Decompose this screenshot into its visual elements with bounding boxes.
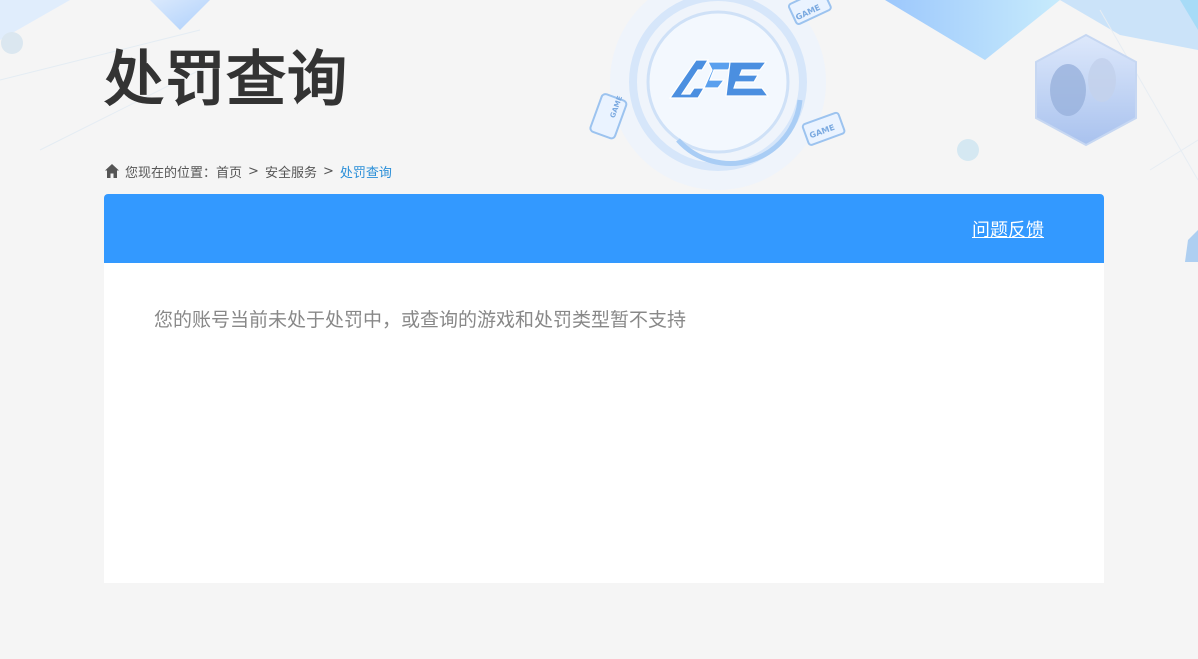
- game-badge-text-left: GAME: [608, 94, 625, 120]
- breadcrumb-prefix: 您现在的位置：: [125, 165, 217, 181]
- breadcrumb-separator: >: [322, 163, 334, 179]
- game-badge-text-right: GAME: [808, 122, 836, 141]
- breadcrumb-separator: >: [248, 163, 259, 179]
- panel-header: 问题反馈: [104, 194, 1104, 263]
- result-panel: 问题反馈 您的账号当前未处于处罚中，或查询的游戏和处罚类型暂不支持: [104, 194, 1104, 583]
- page-title: 处罚查询: [104, 45, 348, 115]
- breadcrumb-home-link[interactable]: 首页: [216, 162, 242, 181]
- feedback-link[interactable]: 问题反馈: [972, 216, 1044, 242]
- breadcrumb: 您现在的位置： 首页 > 安全服务 > 处罚查询: [104, 160, 392, 182]
- breadcrumb-security-link[interactable]: 安全服务: [265, 162, 317, 181]
- game-badge-text-top: GAME: [794, 2, 822, 23]
- hexagon-avatar: [1035, 33, 1137, 147]
- breadcrumb-current: 处罚查询: [339, 165, 392, 181]
- ace-logo: [668, 56, 772, 102]
- status-message: 您的账号当前未处于处罚中，或查询的游戏和处罚类型暂不支持: [154, 309, 687, 331]
- panel-body: 您的账号当前未处于处罚中，或查询的游戏和处罚类型暂不支持: [104, 263, 1104, 374]
- home-icon: [105, 164, 119, 178]
